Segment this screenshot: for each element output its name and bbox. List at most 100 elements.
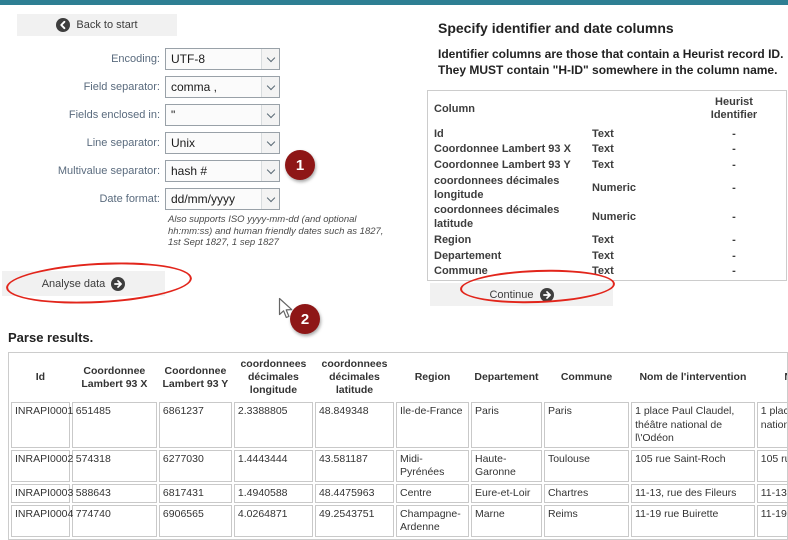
column-name: Id [428,127,586,143]
line-separator-select[interactable]: Unix [165,132,280,154]
cell: 651485 [72,402,157,447]
multivalue-separator-row: Multivalue separator: hash # [0,160,280,182]
multivalue-separator-label: Multivalue separator: [0,165,165,177]
cell: 588643 [72,484,157,503]
columns-table-header-row: Column Heurist Identifier [428,91,788,126]
cell: 48.849348 [315,402,394,447]
field-separator-select[interactable]: comma , [165,76,280,98]
encoding-select[interactable]: UTF-8 [165,48,280,70]
encoding-row: Encoding: UTF-8 [0,48,280,70]
cell: 6861237 [159,402,232,447]
cell: 574318 [72,450,157,482]
table-row: INRAPI0003 588643 6817431 1.4940588 48.4… [11,484,788,503]
column-identifier: - [680,233,788,249]
columns-table: Column Heurist Identifier Id Text - Coor… [427,90,787,281]
cell: 6277030 [159,450,232,482]
chevron-down-icon [261,189,279,209]
line-separator-row: Line separator: Unix [0,132,280,154]
parse-header-row: Id Coordonnee Lambert 93 X Coordonnee La… [11,355,788,400]
cell: 11-19 rue Buirette [757,505,788,537]
column-type: Text [586,158,680,174]
column-name: Departement [428,249,586,265]
column-type: Text [586,142,680,158]
field-separator-value: comma , [166,77,261,97]
table-row: INRAPI0004 774740 6906565 4.0264871 49.2… [11,505,788,537]
col-header: Coordonnee Lambert 93 Y [159,355,232,400]
table-row: Id Text - [428,127,788,143]
col-header: Commune [544,355,629,400]
column-type: Text [586,127,680,143]
field-separator-row: Field separator: comma , [0,76,280,98]
back-to-start-button[interactable]: Back to start [17,14,177,36]
col-header: Nom de l'intervention [757,355,788,400]
line-separator-value: Unix [166,133,261,153]
table-row: INRAPI0002 574318 6277030 1.4443444 43.5… [11,450,788,482]
cell: INRAPI0004 [11,505,70,537]
cell: 105 rue Saint-Roch [631,450,755,482]
table-row: Coordonnee Lambert 93 Y Text - [428,158,788,174]
annotation-badge-1: 1 [285,150,315,180]
cell: Marne [471,505,542,537]
chevron-down-icon [261,133,279,153]
cell: 1 place Paul Claudel, théâtre national d… [757,402,788,447]
column-identifier: - [680,249,788,265]
column-identifier: - [680,203,788,233]
table-row: coordonnees décimales latitude Numeric - [428,203,788,233]
cell: 6906565 [159,505,232,537]
cell: 43.581187 [315,450,394,482]
date-format-select[interactable]: dd/mm/yyyy [165,188,280,210]
column-type: Numeric [586,203,680,233]
fields-enclosed-label: Fields enclosed in: [0,109,165,121]
cell: Toulouse [544,450,629,482]
column-type: Text [586,249,680,265]
heurist-identifier-header: Heurist Identifier [680,91,788,126]
fields-enclosed-select[interactable]: " [165,104,280,126]
cell: Haute-Garonne [471,450,542,482]
table-row: Region Text - [428,233,788,249]
encoding-value: UTF-8 [166,49,261,69]
cell: Paris [544,402,629,447]
table-row: Coordonnee Lambert 93 X Text - [428,142,788,158]
col-header: coordonnees décimales longitude [234,355,313,400]
date-format-value: dd/mm/yyyy [166,189,261,209]
parse-results-title: Parse results. [8,330,788,345]
cell: 6817431 [159,484,232,503]
column-identifier: - [680,142,788,158]
cell: Ile-de-France [396,402,469,447]
col-header: Coordonnee Lambert 93 X [72,355,157,400]
column-identifier: - [680,127,788,143]
table-row: Departement Text - [428,249,788,265]
cell: 105 rue Saint-Roch [757,450,788,482]
analyse-annotation-ellipse [5,258,193,308]
cell: INRAPI0001 [11,402,70,447]
date-format-label: Date format: [0,193,165,205]
cell: 4.0264871 [234,505,313,537]
cell: Chartres [544,484,629,503]
cell: Reims [544,505,629,537]
column-name: Coordonnee Lambert 93 X [428,142,586,158]
fields-enclosed-value: " [166,105,261,125]
identifier-panel: Specify identifier and date columns Iden… [427,5,788,306]
cell: 48.4475963 [315,484,394,503]
csv-options-form: Encoding: UTF-8 Field separator: comma ,… [0,48,280,216]
parse-results-section: Parse results. Id Coordonnee Lambert 93 … [0,330,788,540]
column-name: coordonnees décimales latitude [428,203,586,233]
cell: 1 place Paul Claudel, théâtre national d… [631,402,755,447]
column-identifier: - [680,264,788,280]
multivalue-separator-value: hash # [166,161,261,181]
cell: 11-13, rue des Fileurs [757,484,788,503]
cell: 1.4940588 [234,484,313,503]
col-header: coordonnees décimales latitude [315,355,394,400]
identifier-panel-title: Specify identifier and date columns [438,20,788,36]
col-header: Id [11,355,70,400]
type-header-spacer [586,91,680,126]
cell: Champagne-Ardenne [396,505,469,537]
cell: 774740 [72,505,157,537]
multivalue-separator-select[interactable]: hash # [165,160,280,182]
cell: INRAPI0002 [11,450,70,482]
cell: 2.3388805 [234,402,313,447]
cell: 1.4443444 [234,450,313,482]
chevron-down-icon [261,77,279,97]
back-arrow-circle-icon [56,18,70,32]
field-separator-label: Field separator: [0,81,165,93]
